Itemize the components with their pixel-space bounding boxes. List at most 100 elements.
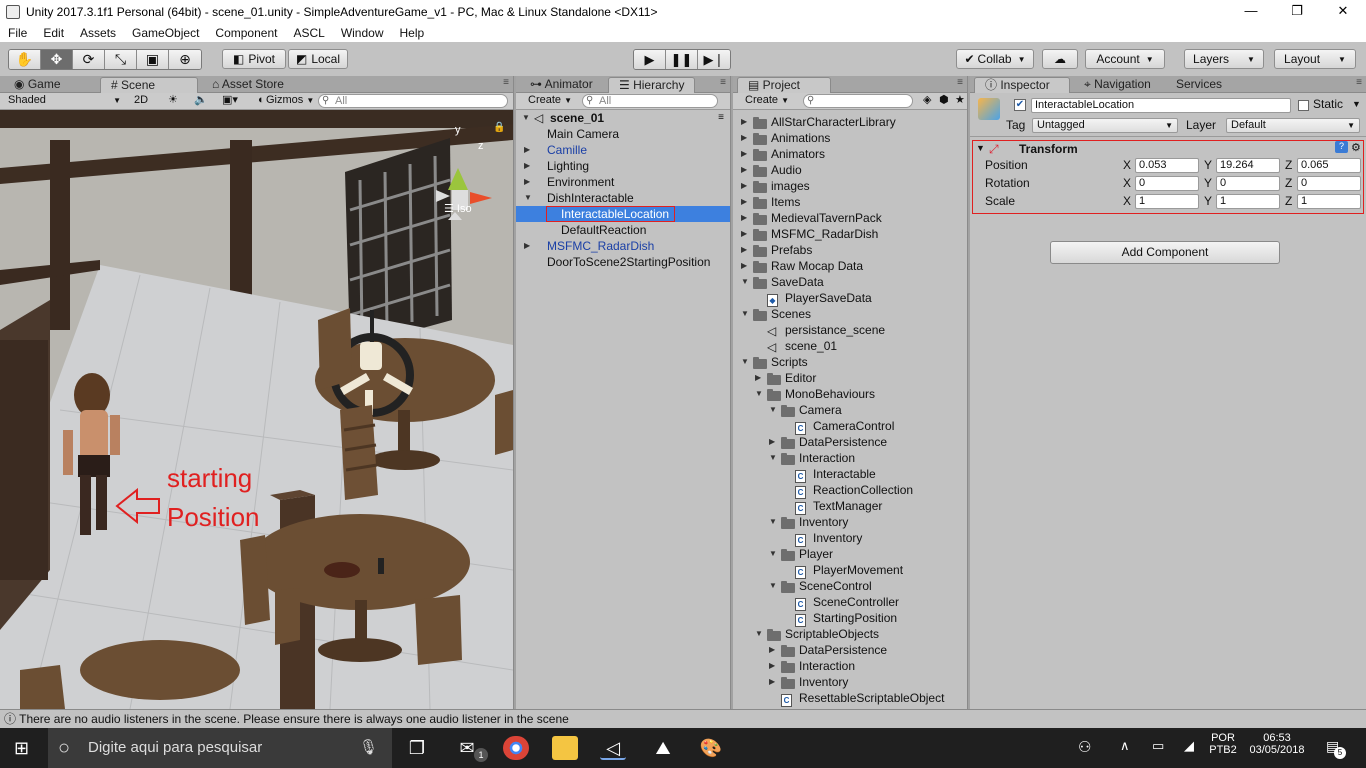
axis-y-label[interactable]: Y: [1204, 176, 1212, 191]
expand-arrow-icon[interactable]: ▼: [769, 514, 779, 530]
photos-icon[interactable]: ⛰: [650, 736, 676, 760]
rect-tool-icon[interactable]: ▣: [137, 50, 169, 69]
expand-arrow-icon[interactable]: ▼: [741, 306, 751, 322]
move-tool-icon[interactable]: ✥: [41, 50, 73, 69]
help-book-icon[interactable]: ?: [1335, 141, 1348, 153]
pivot-toggle-button[interactable]: ◧ Pivot: [222, 49, 286, 69]
project-item[interactable]: ▶ Items: [733, 194, 967, 210]
layers-dropdown[interactable]: Layers ▼: [1184, 49, 1264, 69]
project-item[interactable]: ▶ Animations: [733, 130, 967, 146]
projection-toggle[interactable]: ☰ Iso: [444, 202, 472, 215]
tab-hierarchy[interactable]: ☰ Hierarchy: [608, 77, 696, 93]
project-item[interactable]: C Inventory: [733, 530, 967, 547]
taskbar-search-input[interactable]: ○ Digite aqui para pesquisar 🎙: [48, 728, 392, 768]
scale-tool-icon[interactable]: ⤡: [105, 50, 137, 69]
axis-x-label[interactable]: X: [1123, 194, 1131, 209]
expand-arrow-icon[interactable]: ▼: [755, 626, 765, 642]
transform-z-field[interactable]: 1: [1297, 194, 1361, 209]
project-create-dropdown[interactable]: Create ▼: [741, 94, 793, 108]
project-item[interactable]: ▼ SaveData: [733, 274, 967, 290]
people-icon[interactable]: ⚇: [1078, 738, 1091, 756]
expand-arrow-icon[interactable]: ▼: [741, 274, 751, 290]
expand-arrow-icon[interactable]: ▼: [769, 546, 779, 562]
project-item[interactable]: C Interactable: [733, 466, 967, 483]
transform-x-field[interactable]: 1: [1135, 194, 1199, 209]
unity-taskbar-icon[interactable]: ◁: [600, 736, 626, 760]
project-item[interactable]: ◁ scene_01: [733, 338, 967, 354]
project-item[interactable]: ▶ DataPersistence: [733, 642, 967, 658]
tab-asset-store[interactable]: ⌂ Asset Store: [202, 77, 294, 93]
tab-project[interactable]: ▤ Project: [737, 77, 831, 93]
local-toggle-button[interactable]: ◩ Local: [288, 49, 348, 69]
axis-x-label[interactable]: X: [1123, 176, 1131, 191]
project-item[interactable]: ▶ MedievalTavernPack: [733, 210, 967, 226]
minimize-button[interactable]: —: [1228, 0, 1274, 23]
maximize-button[interactable]: ❐: [1274, 0, 1320, 23]
hand-tool-icon[interactable]: ✋: [9, 50, 41, 69]
project-item[interactable]: C CameraControl: [733, 418, 967, 435]
axis-z-label[interactable]: Z: [1285, 158, 1292, 173]
hierarchy-item[interactable]: ▼ DishInteractable: [516, 190, 730, 206]
paint-icon[interactable]: 🎨: [698, 736, 724, 760]
layout-dropdown[interactable]: Layout ▼: [1274, 49, 1356, 69]
scene-search-input[interactable]: ⚲ All: [318, 94, 508, 108]
axis-y-label[interactable]: Y: [1204, 158, 1212, 173]
axis-z-label[interactable]: Z: [1285, 194, 1292, 209]
project-item[interactable]: ◆ PlayerSaveData: [733, 290, 967, 307]
network-icon[interactable]: ◢: [1184, 738, 1194, 754]
menu-assets[interactable]: Assets: [72, 26, 124, 40]
expand-arrow-icon[interactable]: ▶: [741, 114, 751, 130]
expand-arrow-icon[interactable]: ▶: [741, 194, 751, 210]
project-item[interactable]: ▼ Player: [733, 546, 967, 562]
battery-icon[interactable]: ▭: [1152, 738, 1164, 754]
panel-menu-icon[interactable]: ≡: [1356, 77, 1362, 88]
expand-arrow-icon[interactable]: ▼: [769, 450, 779, 466]
collapse-arrow-icon[interactable]: ▼: [976, 143, 985, 153]
transform-x-field[interactable]: 0.053: [1135, 158, 1199, 173]
shading-mode-dropdown[interactable]: Shaded ▼: [4, 94, 124, 108]
add-component-button[interactable]: Add Component: [1050, 241, 1280, 264]
expand-arrow-icon[interactable]: ▶: [524, 174, 534, 190]
expand-arrow-icon[interactable]: ▶: [524, 158, 534, 174]
scene-menu-icon[interactable]: ≡: [718, 110, 724, 126]
transform-y-field[interactable]: 0: [1216, 176, 1280, 191]
rotate-tool-icon[interactable]: ⟳: [73, 50, 105, 69]
tab-navigation[interactable]: ⌖ Navigation: [1074, 77, 1161, 93]
panel-menu-icon[interactable]: ≡: [957, 77, 963, 88]
account-dropdown[interactable]: Account ▼: [1085, 49, 1165, 69]
project-item[interactable]: ▶ Interaction: [733, 658, 967, 674]
panel-menu-icon[interactable]: ≡: [503, 77, 509, 88]
hierarchy-item[interactable]: ▶ MSFMC_RadarDish: [516, 238, 730, 254]
transform-x-field[interactable]: 0: [1135, 176, 1199, 191]
expand-arrow-icon[interactable]: ▶: [741, 210, 751, 226]
menu-window[interactable]: Window: [333, 26, 392, 40]
tab-game[interactable]: ◉ Game: [4, 77, 71, 93]
project-item[interactable]: ▼ Interaction: [733, 450, 967, 466]
project-item[interactable]: ▶ Animators: [733, 146, 967, 162]
pause-icon[interactable]: ❚❚: [666, 50, 698, 69]
filter-by-label-icon[interactable]: ⬢: [935, 94, 953, 108]
project-item[interactable]: C PlayerMovement: [733, 562, 967, 579]
step-icon[interactable]: ▶❘: [698, 50, 730, 69]
expand-arrow-icon[interactable]: ▼: [741, 354, 751, 370]
tab-services[interactable]: Services: [1166, 77, 1232, 93]
hierarchy-item[interactable]: DefaultReaction: [516, 222, 730, 238]
static-checkbox[interactable]: [1298, 100, 1309, 111]
chevron-up-icon[interactable]: ∧: [1120, 738, 1130, 754]
lighting-toggle-icon[interactable]: ☀: [164, 94, 182, 108]
expand-arrow-icon[interactable]: ▶: [769, 674, 779, 690]
expand-arrow-icon[interactable]: ▶: [755, 370, 765, 386]
panel-menu-icon[interactable]: ≡: [720, 77, 726, 88]
status-bar[interactable]: ⓘ There are no audio listeners in the sc…: [0, 709, 1366, 728]
clock[interactable]: 06:53 03/05/2018: [1246, 732, 1308, 756]
expand-arrow-icon[interactable]: ▶: [741, 130, 751, 146]
windows-start-icon[interactable]: ⊞: [14, 738, 34, 758]
tab-inspector[interactable]: ⓘ Inspector: [974, 77, 1070, 93]
expand-arrow-icon[interactable]: ▼: [522, 110, 532, 126]
collab-button[interactable]: ✔ Collab ▼: [956, 49, 1034, 69]
axis-z-label[interactable]: Z: [1285, 176, 1292, 191]
project-item[interactable]: ▶ DataPersistence: [733, 434, 967, 450]
expand-arrow-icon[interactable]: ▼: [755, 386, 765, 402]
transform-tool-icon[interactable]: ⊕: [169, 50, 201, 69]
play-icon[interactable]: ▶: [634, 50, 666, 69]
